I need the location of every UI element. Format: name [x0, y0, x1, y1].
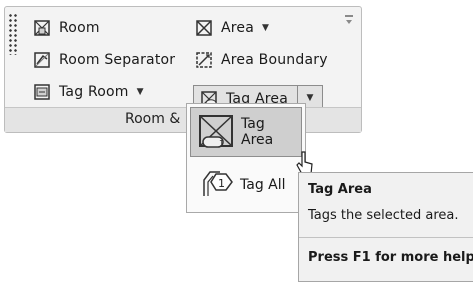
- tag-room-icon: [34, 83, 50, 100]
- dropdown-item-tag-all-label: Tag All: [240, 177, 286, 193]
- panel-title-bar[interactable]: Room &: [5, 107, 361, 132]
- area-label: Area: [221, 19, 255, 36]
- svg-text:1: 1: [218, 177, 225, 190]
- tag-room-label: Tag Room: [59, 83, 129, 100]
- room-separator-icon: [34, 51, 50, 68]
- room-separator-button[interactable]: Room Separator: [33, 47, 175, 72]
- tooltip-title: Tag Area: [308, 182, 372, 197]
- room-separator-label: Room Separator: [59, 51, 176, 68]
- panel-expand-icon[interactable]: [345, 15, 353, 24]
- dropdown-item-tag-area-label: Tag Area: [241, 116, 274, 148]
- room-label: Room: [59, 19, 100, 36]
- room-icon: [34, 19, 50, 36]
- tag-area-large-icon: 1: [199, 115, 233, 148]
- tag-dropdown-menu: 1 Tag Area 1 Tag All: [186, 103, 306, 213]
- tooltip-description: Tags the selected area.: [308, 208, 459, 223]
- tag-room-dropdown-arrow[interactable]: ▼: [137, 87, 144, 97]
- area-boundary-button[interactable]: Area Boundary: [195, 47, 328, 72]
- panel-title: Room &: [125, 111, 181, 127]
- panel-grip-handle[interactable]: [8, 13, 18, 55]
- area-dropdown-arrow[interactable]: ▼: [262, 23, 269, 33]
- svg-text:1: 1: [219, 139, 224, 148]
- tooltip-help-text: Press F1 for more help: [308, 250, 473, 265]
- room-button[interactable]: Room: [33, 15, 100, 40]
- tooltip: Tag Area Tags the selected area. Press F…: [298, 172, 473, 282]
- area-icon: [196, 19, 212, 36]
- area-boundary-icon: [196, 51, 212, 68]
- room-area-panel: Room Room Separator Tag Room ▼ Area ▼ Ar…: [4, 6, 362, 133]
- tooltip-separator: [299, 237, 473, 238]
- area-boundary-label: Area Boundary: [221, 51, 328, 68]
- tag-room-button[interactable]: Tag Room ▼: [33, 79, 144, 104]
- dropdown-item-tag-all[interactable]: 1 Tag All: [190, 160, 302, 210]
- dropdown-item-tag-area[interactable]: 1 Tag Area: [190, 107, 302, 157]
- tag-all-icon: 1: [203, 171, 233, 196]
- area-button[interactable]: Area ▼: [195, 15, 269, 40]
